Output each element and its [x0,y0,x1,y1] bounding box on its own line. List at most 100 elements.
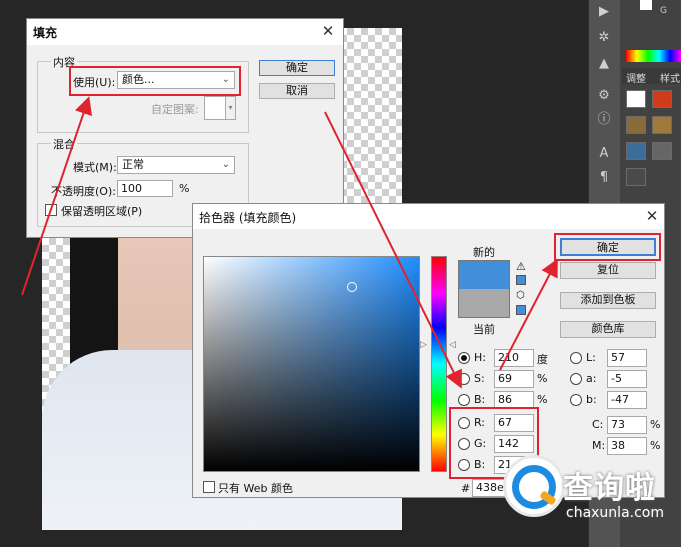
opacity-input[interactable]: 100 [117,180,173,197]
pattern-dropdown-icon[interactable]: ▾ [226,96,236,120]
green-radio[interactable] [458,438,470,450]
red-radio[interactable] [458,417,470,429]
a-channel-input[interactable]: -5 [607,370,647,388]
cmyk-unit: % [650,439,661,452]
use-select-value: 颜色... [122,73,155,86]
paragraph-icon[interactable]: ¶ [594,170,614,186]
histogram-icon[interactable]: ▲ [594,56,614,72]
hsb-label: H: [474,351,486,364]
magenta-input[interactable]: 38 [607,437,647,455]
b-channel-radio[interactable] [570,394,582,406]
hue-input[interactable]: 210 [494,349,534,367]
style-wood-icon[interactable] [626,116,646,134]
cyan-input[interactable]: 73 [607,416,647,434]
play-icon[interactable]: ▶ [594,4,614,20]
hue-slider-left-arrow[interactable]: ▷ [420,340,427,350]
color-picker-dialog: 拾色器 (填充颜色) ✕ ▷ ◁ 新的 当前 ⚠ ⬡ 确定 复位 添加到色板 颜… [192,203,665,498]
current-color-swatch[interactable] [458,289,510,318]
cancel-button[interactable]: 取消 [259,83,335,99]
style-none-icon[interactable] [626,90,646,108]
gamut-swatch[interactable] [516,275,526,285]
style-red-icon[interactable] [652,90,672,108]
brightness-input[interactable]: 86 [494,391,534,409]
reset-button[interactable]: 复位 [560,262,656,279]
custom-pattern-label: 自定图案: [151,103,199,116]
lightness-input[interactable]: 57 [607,349,647,367]
content-group-label: 内容 [51,54,77,70]
green-input[interactable]: 142 [494,435,534,453]
web-safe-cube-icon[interactable]: ⬡ [516,290,525,301]
opacity-label: 不透明度(O): [51,185,116,198]
hue-radio[interactable] [458,352,470,364]
foreground-swatch[interactable] [640,0,652,10]
saturation-radio[interactable] [458,373,470,385]
ok-button[interactable]: 确定 [259,60,335,76]
mode-select-value: 正常 [122,158,144,171]
use-select[interactable]: 颜色... ⌄ [117,71,235,89]
fill-dialog-titlebar[interactable]: 填充 ✕ [27,19,343,45]
style-gold-icon[interactable] [652,116,672,134]
hex-label: # [461,482,471,495]
blending-group-label: 混合 [51,136,77,152]
add-to-swatches-button[interactable]: 添加到色板 [560,292,656,309]
character-icon[interactable]: A [594,146,614,162]
chevron-down-icon: ⌄ [221,159,230,170]
close-icon[interactable]: ✕ [319,22,337,40]
current-color-label: 当前 [473,323,495,336]
style-dark-icon[interactable] [626,168,646,186]
color-libraries-button[interactable]: 颜色库 [560,321,656,338]
red-input[interactable]: 67 [494,414,534,432]
chevron-down-icon: ⌄ [221,74,230,85]
ok-button[interactable]: 确定 [560,238,656,256]
color-picker-titlebar[interactable]: 拾色器 (填充颜色) ✕ [193,204,664,229]
rgb-label: B: [474,458,486,471]
brightness-radio[interactable] [458,394,470,406]
hsb-unit: % [537,393,548,406]
mode-select[interactable]: 正常 ⌄ [117,156,235,174]
lab-label: b: [586,393,597,406]
web-colors-only-label: 只有 Web 颜色 [218,482,293,495]
a-channel-radio[interactable] [570,373,582,385]
info-icon[interactable]: ⓘ [594,112,614,128]
saturation-input[interactable]: 69 [494,370,534,388]
web-colors-only-checkbox[interactable] [203,481,215,493]
new-color-label: 新的 [473,246,495,259]
close-icon[interactable]: ✕ [643,207,661,225]
swatch-channel-label: G [660,6,667,16]
saturation-brightness-field[interactable] [203,256,420,472]
hue-slider-right-arrow[interactable]: ◁ [449,340,456,350]
hsb-label: S: [474,372,485,385]
watermark-url: chaxunla.com [566,505,664,521]
rgb-label: G: [474,437,487,450]
cmyk-label: C: [592,418,604,431]
pattern-preview[interactable] [204,96,226,120]
lightness-radio[interactable] [570,352,582,364]
style-photo-icon[interactable] [626,142,646,160]
preserve-transparency-label: 保留透明区域(P) [61,205,143,218]
web-safe-swatch[interactable] [516,305,526,315]
opacity-unit: % [179,182,190,195]
color-spectrum-bar[interactable] [626,50,681,62]
cmyk-unit: % [650,418,661,431]
watermark-text: 查询啦 [563,471,656,506]
lab-label: L: [586,351,596,364]
style-gray-icon[interactable] [652,142,672,160]
properties-icon[interactable]: ⚙ [594,88,614,104]
hsb-label: B: [474,393,486,406]
settings-icon[interactable]: ✲ [594,30,614,46]
preserve-transparency-checkbox[interactable] [45,204,57,216]
tab-adjustments[interactable]: 调整 [626,70,646,85]
blue-radio[interactable] [458,459,470,471]
b-channel-input[interactable]: -47 [607,391,647,409]
use-label: 使用(U): [73,76,116,89]
rgb-label: R: [474,416,486,429]
warning-icon[interactable]: ⚠ [516,260,526,273]
new-color-swatch [458,260,510,289]
color-picker-cursor[interactable] [347,282,357,292]
color-picker-title: 拾色器 (填充颜色) [199,211,297,225]
lab-label: a: [586,372,597,385]
tab-styles[interactable]: 样式 [660,70,680,85]
panel-tabs: 调整 样式 [622,68,681,85]
hue-slider[interactable] [431,256,447,472]
cmyk-label: M: [592,439,606,452]
